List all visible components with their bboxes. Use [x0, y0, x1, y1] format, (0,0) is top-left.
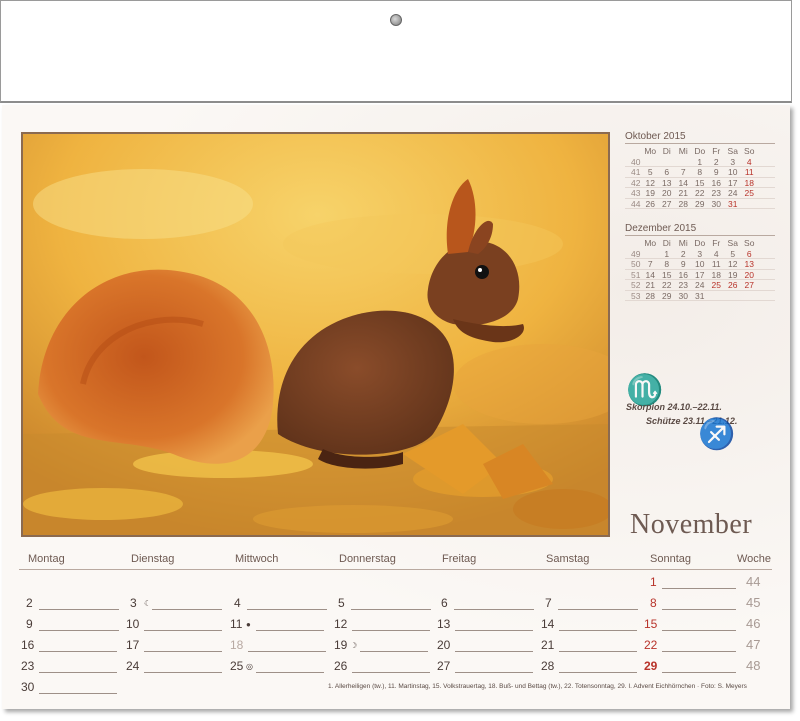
- weekday-label: Sonntag: [650, 553, 691, 565]
- day-cell[interactable]: 9: [26, 615, 121, 633]
- weekday-label: Samstag: [546, 553, 590, 565]
- day-cell[interactable]: 21: [541, 636, 637, 654]
- calendar-page: Oktober 2015 Mo Di Mi Do Fr Sa So 40 1 2 3 4 41 5 6 7…: [2, 105, 790, 709]
- mini-calendar-header: Mo Di Mi Do Fr Sa So: [644, 146, 755, 156]
- day-cell[interactable]: 10: [126, 615, 222, 633]
- weekday-label: Donnerstag: [339, 553, 396, 565]
- squirrel-photo: [21, 132, 610, 537]
- day-cell[interactable]: 17: [126, 636, 222, 654]
- weekday-label: Mittwoch: [235, 553, 279, 565]
- squirrel-illustration: [23, 134, 608, 535]
- day-cell[interactable]: 15: [644, 615, 739, 633]
- weekday-label: Dienstag: [131, 553, 175, 565]
- day-cell[interactable]: 18: [230, 636, 326, 654]
- day-cell[interactable]: 27: [437, 657, 533, 675]
- mini-calendar-oktober: Oktober 2015 Mo Di Mi Do Fr Sa So 40 1 2 3 4 41 5 6 7…: [625, 131, 775, 209]
- day-cell[interactable]: 6: [441, 594, 536, 612]
- day-cell[interactable]: 28: [541, 657, 637, 675]
- day-cell[interactable]: 16: [21, 636, 117, 654]
- day-cell[interactable]: 19 ☽: [334, 636, 429, 654]
- mini-calendar-week: 41 5 6 7 8 9 10 11: [625, 167, 775, 178]
- day-cell[interactable]: 24: [126, 657, 222, 675]
- day-cell[interactable]: 22: [644, 636, 739, 654]
- week-number: 45: [746, 595, 761, 610]
- day-cell[interactable]: 13: [437, 615, 533, 633]
- day-cell[interactable]: 8: [650, 594, 740, 612]
- day-cell[interactable]: 11 ●: [230, 615, 325, 633]
- mini-calendar-title: Dezember 2015: [625, 223, 775, 236]
- day-cell[interactable]: 4: [234, 594, 329, 612]
- mini-calendar-week: 49 1 2 3 4 5 6: [625, 249, 775, 259]
- mini-calendar-week: 40 1 2 3 4: [625, 157, 775, 167]
- day-cell[interactable]: 29: [644, 657, 739, 675]
- weekday-label: Woche: [737, 553, 772, 565]
- week-number: 47: [746, 637, 761, 652]
- mini-calendar-week: 53 28 29 30 31: [625, 291, 775, 301]
- week-number: 48: [746, 658, 761, 673]
- day-cell[interactable]: 14: [541, 615, 637, 633]
- day-cell[interactable]: 23: [21, 657, 117, 675]
- day-cell[interactable]: 7: [545, 594, 640, 612]
- calendar-hanger-strip: [0, 0, 792, 103]
- day-cell[interactable]: 1: [650, 573, 740, 591]
- zodiac-scorpio-label: Skorpion 24.10.–22.11.: [626, 402, 722, 412]
- month-title: November: [630, 509, 753, 540]
- mini-calendar-dezember: Dezember 2015 Mo Di Mi Do Fr Sa So 49 1 2 3 4 5 6 50…: [625, 223, 775, 301]
- week-number: 44: [746, 574, 761, 589]
- mini-calendar-title: Oktober 2015: [625, 131, 775, 144]
- day-cell[interactable]: 26: [334, 657, 430, 675]
- hanging-hole: [390, 14, 402, 26]
- day-cell[interactable]: 25 ◎: [230, 657, 325, 675]
- weekday-header: Montag Dienstag Mittwoch Donnerstag Frei…: [19, 550, 772, 570]
- weekday-label: Montag: [28, 553, 65, 565]
- sagittarius-icon: ♐: [698, 418, 736, 451]
- day-cell[interactable]: 12: [334, 615, 430, 633]
- day-cell[interactable]: 3 ☾: [130, 594, 225, 612]
- weekday-label: Freitag: [442, 553, 477, 565]
- moon-phase-icon: ☽: [350, 641, 358, 650]
- mini-calendar-week: 43 19 20 21 22 23 24 25: [625, 188, 775, 199]
- week-number: 46: [746, 616, 761, 631]
- mini-calendar-week: 42 12 13 14 15 16 17 18: [625, 178, 775, 188]
- holiday-footnote: 1. Allerheiligen (tw.), 11. Martinstag, …: [328, 683, 747, 690]
- moon-phase-icon: ●: [246, 620, 251, 629]
- moon-phase-icon: ◎: [246, 662, 253, 671]
- moon-phase-icon: ☾: [144, 599, 152, 608]
- day-cell[interactable]: 20: [437, 636, 533, 654]
- mini-calendar-week: 50 7 8 9 10 11 12 13: [625, 259, 775, 270]
- day-cell[interactable]: 30: [21, 678, 117, 696]
- mini-calendar-header: Mo Di Mi Do Fr Sa So: [644, 238, 755, 248]
- mini-calendar-week: 51 14 15 16 17 18 19 20: [625, 270, 775, 280]
- mini-calendar-week: 44 26 27 28 29 30 31: [625, 199, 775, 209]
- day-cell[interactable]: 2: [26, 594, 121, 612]
- day-cell[interactable]: 5: [338, 594, 433, 612]
- mini-calendar-week: 52 21 22 23 24 25 26 27: [625, 280, 775, 291]
